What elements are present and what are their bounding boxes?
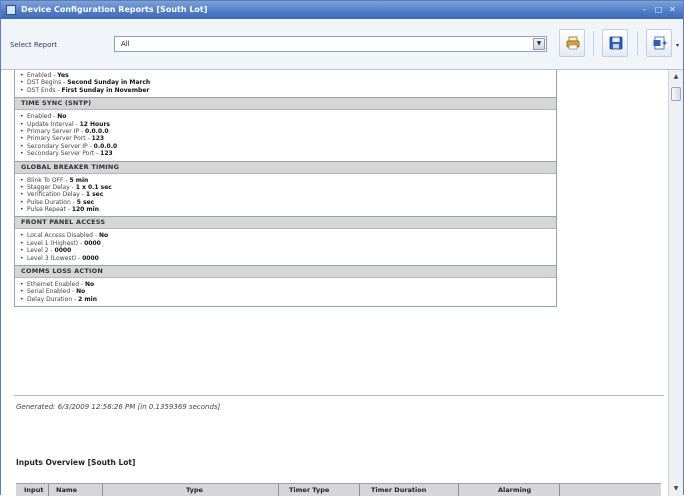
list-item: DST Ends - First Sunday in November — [20, 87, 556, 95]
section-title: TIME SYNC (SNTP) — [15, 97, 556, 111]
title-bar[interactable]: Device Configuration Reports [South Lot]… — [1, 1, 683, 19]
vertical-scrollbar[interactable]: ▲ ▼ — [668, 70, 683, 496]
list-item: Verification Delay - 1 sec — [20, 191, 556, 199]
section-time-sync: TIME SYNC (SNTP) Enabled - No Update Int… — [15, 97, 556, 160]
column-header[interactable]: Timer Duration — [371, 486, 426, 494]
section-rows: Enabled - Yes DST Begins - Second Sunday… — [15, 70, 556, 97]
section-dst: Enabled - Yes DST Begins - Second Sunday… — [15, 70, 556, 97]
section-rows: Blink To OFF - 5 min Stagger Delay - 1 x… — [15, 174, 556, 217]
list-item: Primary Server Port - 123 — [20, 135, 556, 143]
minimize-button[interactable]: – — [639, 4, 650, 15]
section-rows: Local Access Disabled - No Level 1 (High… — [15, 229, 556, 265]
list-item: Secondary Server Port - 123 — [20, 150, 556, 158]
export-button[interactable] — [646, 29, 672, 57]
chevron-down-icon[interactable]: ▼ — [533, 38, 545, 50]
list-item: Enabled - No — [20, 113, 556, 121]
scroll-down-icon[interactable]: ▼ — [670, 483, 682, 495]
inputs-overview-title: Inputs Overview [South Lot] — [16, 458, 136, 467]
section-title: FRONT PANEL ACCESS — [15, 216, 556, 230]
list-item: Secondary Server IP - 0.0.0.0 — [20, 143, 556, 151]
list-item: Enabled - Yes — [20, 72, 556, 80]
report-select-value: All — [121, 40, 130, 48]
column-divider — [559, 484, 560, 496]
list-item: Stagger Delay - 1 x 0.1 sec — [20, 184, 556, 192]
column-divider — [359, 484, 360, 496]
list-item: Serial Enabled - No — [20, 288, 556, 296]
list-item: Primary Server IP - 0.0.0.0 — [20, 128, 556, 136]
column-header[interactable]: Name — [56, 486, 77, 494]
report-select[interactable]: All ▼ — [114, 36, 547, 52]
list-item: Delay Duration - 2 min — [20, 296, 556, 304]
print-button[interactable] — [559, 29, 585, 57]
section-front-panel: FRONT PANEL ACCESS Local Access Disabled… — [15, 216, 556, 265]
list-item: DST Begins - Second Sunday in March — [20, 79, 556, 87]
list-item: Level 2 - 0000 — [20, 247, 556, 255]
report-body: Enabled - Yes DST Begins - Second Sunday… — [14, 70, 557, 308]
column-divider — [102, 484, 103, 496]
section-title: GLOBAL BREAKER TIMING — [15, 160, 556, 174]
section-comms-loss: COMMS LOSS ACTION Ethernet Enabled - No … — [15, 265, 556, 306]
list-item: Local Access Disabled - No — [20, 232, 556, 240]
report-viewer: Enabled - Yes DST Begins - Second Sunday… — [1, 70, 668, 496]
list-item: Pulse Duration - 5 sec — [20, 199, 556, 207]
maximize-button[interactable]: □ — [653, 4, 664, 15]
close-button[interactable]: ✕ — [667, 4, 678, 15]
save-button[interactable] — [602, 29, 628, 57]
report-window: Device Configuration Reports [South Lot]… — [0, 0, 684, 496]
report-divider — [14, 395, 664, 396]
list-item: Blink To OFF - 5 min — [20, 177, 556, 185]
toolbar-separator — [593, 31, 594, 55]
column-header[interactable]: Input — [24, 486, 43, 494]
column-divider — [458, 484, 459, 496]
list-item: Ethernet Enabled - No — [20, 281, 556, 289]
column-header[interactable]: Timer Type — [289, 486, 329, 494]
inputs-table-header: Input Name Type Timer Type Timer Duratio… — [16, 483, 661, 496]
column-header[interactable]: Alarming — [498, 486, 531, 494]
toolbar-separator — [637, 31, 638, 55]
generated-timestamp: Generated: 6/3/2009 12:56:26 PM [in 0.13… — [16, 403, 221, 411]
export-dropdown-icon[interactable]: ▾ — [676, 42, 679, 49]
list-item: Pulse Repeat - 120 min — [20, 206, 556, 214]
window-title: Device Configuration Reports [South Lot] — [21, 5, 208, 14]
scroll-up-icon[interactable]: ▲ — [670, 71, 682, 83]
column-divider — [278, 484, 279, 496]
list-item: Level 1 (Highest) - 0000 — [20, 240, 556, 248]
print-icon — [566, 36, 580, 50]
section-title: COMMS LOSS ACTION — [15, 265, 556, 279]
section-rows: Enabled - No Update Interval - 12 Hours … — [15, 110, 556, 160]
column-header[interactable]: Type — [186, 486, 203, 494]
save-icon — [609, 36, 623, 50]
column-divider — [48, 484, 49, 496]
section-breaker-timing: GLOBAL BREAKER TIMING Blink To OFF - 5 m… — [15, 160, 556, 217]
export-icon — [653, 36, 667, 50]
select-report-label: Select Report — [10, 41, 58, 49]
toolbar: Select Report All ▼ ▾ — [1, 19, 683, 70]
list-item: Level 3 (Lowest) - 0000 — [20, 255, 556, 263]
section-rows: Ethernet Enabled - No Serial Enabled - N… — [15, 278, 556, 306]
app-icon — [6, 5, 16, 15]
scroll-thumb[interactable] — [671, 87, 681, 101]
list-item: Update Interval - 12 Hours — [20, 121, 556, 129]
